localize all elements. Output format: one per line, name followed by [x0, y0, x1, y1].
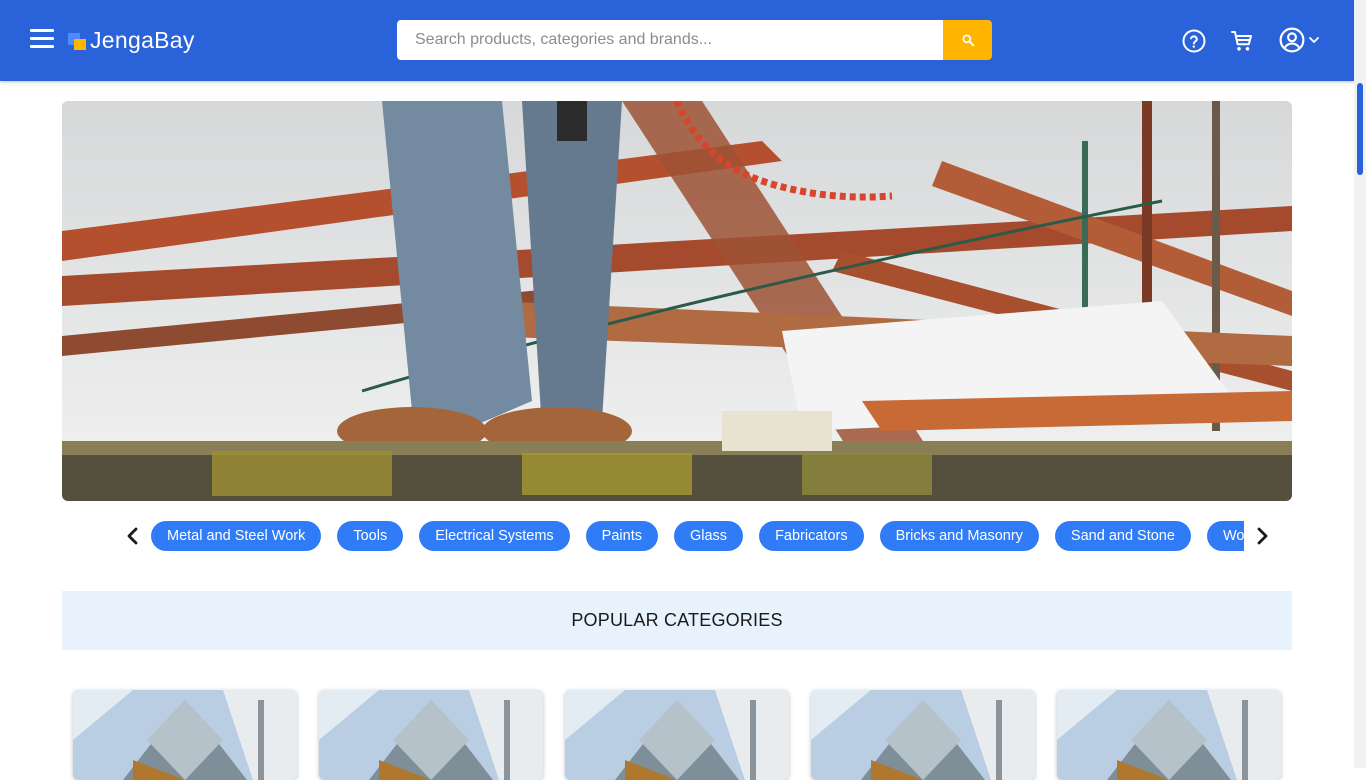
account-icon — [1279, 27, 1305, 53]
category-chip-strip: Metal and Steel Work Tools Electrical Syst… — [151, 521, 1244, 551]
category-chip-fabricators[interactable]: Fabricators — [759, 521, 864, 551]
scrollbar-thumb[interactable] — [1357, 83, 1363, 175]
search-input[interactable] — [397, 20, 943, 60]
popular-category-card[interactable] — [73, 690, 297, 780]
popular-categories-heading: POPULAR CATEGORIES — [571, 610, 783, 630]
hero-banner-image — [62, 101, 1292, 501]
search-icon — [961, 34, 974, 47]
popular-category-card[interactable] — [565, 690, 789, 780]
category-chip-tools[interactable]: Tools — [337, 521, 404, 551]
category-chip-wood[interactable]: Wood a — [1206, 521, 1244, 551]
popular-category-card[interactable] — [811, 690, 1035, 780]
chevron-down-icon — [1309, 37, 1319, 43]
popular-category-card[interactable] — [1057, 690, 1281, 780]
chevron-right-icon[interactable] — [1253, 526, 1271, 546]
logo-text: JengaBay — [90, 26, 195, 53]
category-chip-sand-and-stone[interactable]: Sand and Stone — [1054, 521, 1191, 551]
search-button[interactable] — [943, 20, 992, 60]
hamburger-menu-icon[interactable] — [30, 29, 54, 49]
popular-category-card[interactable] — [319, 690, 543, 780]
cart-icon[interactable] — [1230, 29, 1254, 53]
help-circle-icon[interactable] — [1182, 29, 1206, 53]
logo[interactable]: JengaBay — [68, 26, 195, 54]
category-chip-glass[interactable]: Glass — [673, 521, 744, 551]
category-chip-electrical-systems[interactable]: Electrical Systems — [419, 521, 570, 551]
category-chip-bricks-and-masonry[interactable]: Bricks and Masonry — [879, 521, 1039, 551]
category-chip-paints[interactable]: Paints — [585, 521, 658, 551]
category-chip-metal-and-steel-work[interactable]: Metal and Steel Work — [151, 521, 322, 551]
logo-mark-icon — [68, 31, 87, 50]
chevron-left-icon[interactable] — [124, 526, 142, 546]
account-menu[interactable] — [1279, 27, 1324, 53]
category-card-image — [73, 690, 297, 780]
category-card-image — [565, 690, 789, 780]
top-header: JengaBay — [0, 0, 1354, 81]
category-card-image — [811, 690, 1035, 780]
popular-categories-banner: POPULAR CATEGORIES — [62, 591, 1292, 650]
category-card-image — [1057, 690, 1281, 780]
category-card-image — [319, 690, 543, 780]
